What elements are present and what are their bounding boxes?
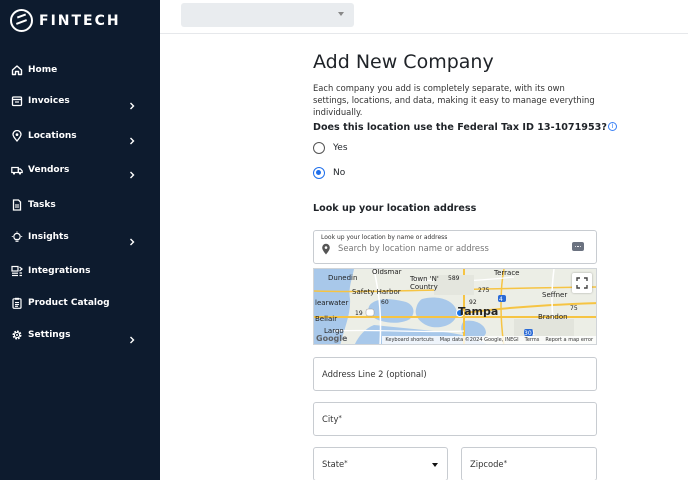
tax-id-question: Does this location use the Federal Tax I… [313,122,617,133]
clipboard-icon [11,297,23,309]
sidebar-item-home[interactable]: Home [0,58,160,82]
zipcode-placeholder: Zipcode* [470,459,507,469]
chevron-down-icon [338,12,344,16]
info-icon[interactable]: i [607,122,617,131]
map-place-label: Town 'N' Country [410,275,439,291]
lookup-label: Look up your location by name or address [321,234,448,241]
map-road-label: 589 [448,275,460,282]
page-title: Add New Company [313,51,494,73]
sidebar-item-locations[interactable]: Locations [0,124,160,148]
zipcode-field[interactable]: Zipcode* [461,447,597,480]
map-place-label: Terrace [494,269,520,277]
map-road-label: 75 [570,305,578,312]
terms-link[interactable]: Terms [525,337,540,343]
map-pin-icon [321,242,331,255]
location-lookup-field[interactable]: Look up your location by name or address [313,230,597,264]
map-place-label: learwater [315,299,349,307]
state-select[interactable]: State* [313,447,448,480]
sidebar-item-vendors[interactable]: Vendors [0,158,160,182]
caret-down-icon [432,463,438,467]
state-label: State [322,459,345,469]
fullscreen-icon [576,277,588,289]
city-field[interactable]: City* [313,402,597,436]
keyboard-shortcuts-link[interactable]: Keyboard shortcuts [385,337,433,343]
address-line2-placeholder: Address Line 2 (optional) [322,369,427,379]
google-logo: Google [316,334,348,343]
app-name: FINTECH [39,12,121,29]
tax-option-yes[interactable]: Yes [313,142,348,154]
tax-id-question-text: Does this location use the Federal Tax I… [313,122,607,133]
required-mark: * [344,459,348,467]
sidebar-item-insights[interactable]: Insights [0,225,160,249]
chevron-right-icon [128,331,136,344]
tax-option-no[interactable]: No [313,167,345,179]
zipcode-label: Zipcode [470,459,504,469]
sidebar-item-tasks[interactable]: Tasks [0,193,160,217]
address-section-title: Look up your location address [313,203,477,214]
required-mark: * [338,414,342,422]
sidebar-item-product-catalog[interactable]: Product Catalog [0,291,160,315]
logo-mark-icon [10,9,33,32]
map-road-label: 275 [478,287,490,294]
radio-yes[interactable] [313,142,325,154]
sidebar-item-label: Settings [28,330,71,340]
more-options-icon[interactable] [572,242,584,251]
sidebar-item-label: Product Catalog [28,298,110,308]
sidebar-item-settings[interactable]: Settings [0,323,160,347]
map-data-text: Map data ©2024 Google, INEGI [439,337,519,343]
location-pin-icon [11,130,23,142]
home-icon [11,64,23,76]
document-icon [11,199,23,211]
sidebar: FINTECH Home Invoices Locations Vendors [0,0,160,480]
map-road-label: 4 [499,296,503,303]
map-place-label: Oldsmar [372,268,402,276]
top-bar [160,0,688,34]
chevron-right-icon [128,233,136,246]
location-map[interactable]: Oldsmar Dunedin Town 'N' Country Safety … [313,268,597,345]
app-logo[interactable]: FINTECH [10,9,121,32]
sidebar-item-label: Home [28,65,58,75]
lightbulb-icon [11,231,23,243]
invoice-icon [11,95,23,107]
map-place-label: Tampa [458,305,499,318]
state-placeholder: State* [322,459,348,469]
sidebar-item-label: Insights [28,232,69,242]
radio-label-no: No [333,168,346,178]
truck-icon [11,164,23,176]
gear-icon [11,329,23,341]
map-place-label: Bellair [315,315,338,323]
chevron-right-icon [128,97,136,110]
address-line2-field[interactable]: Address Line 2 (optional) [313,357,597,391]
map-road-label: 92 [469,299,477,306]
chevron-right-icon [128,166,136,179]
map-place-label: Brandon [538,313,568,321]
page-description: Each company you add is completely separ… [313,83,595,117]
organization-select[interactable] [181,3,354,27]
sidebar-item-label: Invoices [28,96,70,106]
map-attribution: Keyboard shortcuts Map data ©2024 Google… [382,336,596,344]
city-label: City [322,414,339,424]
map-place-label: Dunedin [328,274,358,282]
sidebar-item-label: Tasks [28,200,56,210]
map-road-label: 19 [355,310,363,317]
sidebar-item-label: Locations [28,131,77,141]
map-road-label: 60 [381,299,389,306]
integrations-icon [11,265,23,277]
location-search-input[interactable] [338,242,568,254]
fullscreen-button[interactable] [572,273,592,293]
sidebar-item-integrations[interactable]: Integrations [0,259,160,283]
radio-label-yes: Yes [333,143,348,153]
required-mark: * [503,459,508,467]
radio-no[interactable] [313,167,325,179]
sidebar-item-invoices[interactable]: Invoices [0,89,160,113]
sidebar-item-label: Vendors [28,165,70,175]
map-place-label: Seffner [542,291,568,299]
map-place-label: Safety Harbor [352,288,401,296]
city-placeholder: City* [322,414,342,424]
chevron-right-icon [128,132,136,145]
report-map-error-link[interactable]: Report a map error [545,337,593,343]
sidebar-item-label: Integrations [28,266,91,276]
